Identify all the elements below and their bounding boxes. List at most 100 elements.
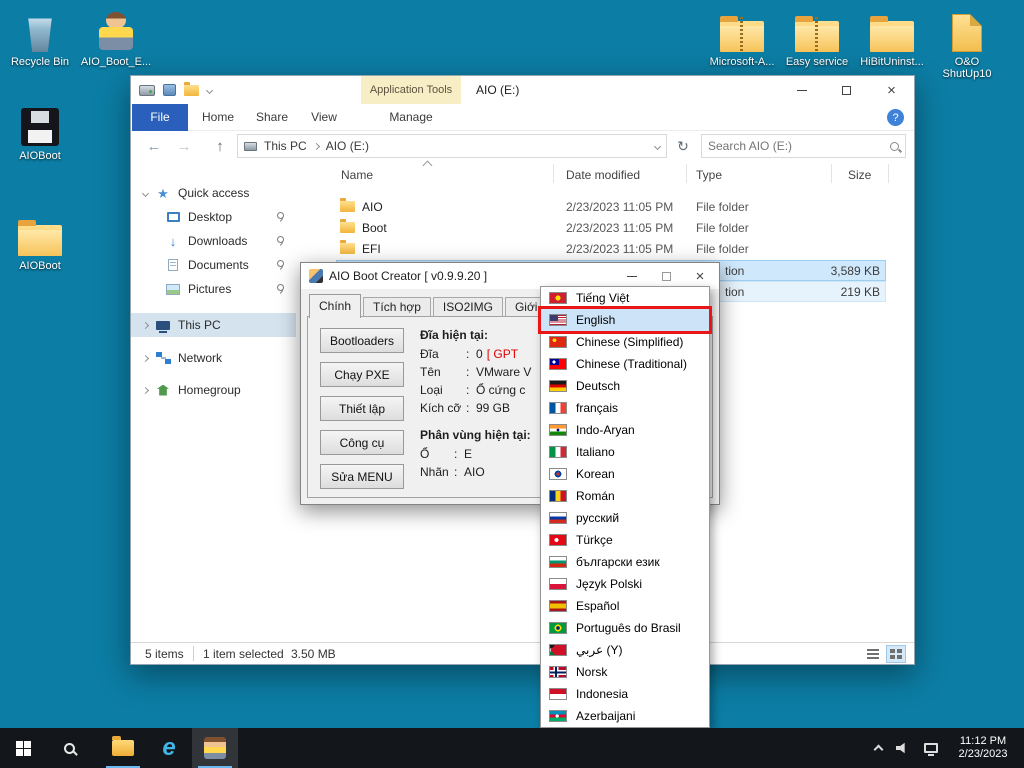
tab-share[interactable]: Share: [245, 104, 299, 131]
language-menu-item[interactable]: Tiếng Việt: [541, 287, 709, 309]
desktop-icon-oo-shutup[interactable]: O&O ShutUp10: [929, 8, 1005, 80]
close-button[interactable]: ×: [869, 76, 914, 104]
large-icons-view-icon[interactable]: [886, 645, 906, 663]
language-menu-item[interactable]: русский: [541, 507, 709, 529]
column-header-date[interactable]: Date modified: [566, 168, 640, 182]
sidebar-item-pictures[interactable]: Pictures: [131, 277, 296, 301]
breadcrumb-this-pc[interactable]: This PC: [262, 139, 309, 153]
sort-ascending-icon[interactable]: [423, 161, 433, 171]
file-name[interactable]: AIO: [362, 200, 383, 214]
back-icon[interactable]: ←: [141, 131, 167, 161]
column-header-size[interactable]: Size: [848, 168, 871, 182]
column-header-name[interactable]: Name: [341, 168, 373, 182]
chevron-down-icon[interactable]: [142, 189, 149, 196]
language-menu-item[interactable]: Norsk: [541, 661, 709, 683]
sidebar-item-this-pc[interactable]: This PC: [131, 313, 296, 337]
desktop-icon-recycle-bin[interactable]: Recycle Bin: [2, 8, 78, 68]
tab-home[interactable]: Home: [191, 104, 245, 131]
address-bar[interactable]: This PC AIO (E:): [237, 134, 667, 158]
language-menu-item[interactable]: français: [541, 397, 709, 419]
language-menu-item[interactable]: Indonesia: [541, 683, 709, 705]
network-icon[interactable]: [924, 743, 938, 753]
help-icon[interactable]: ?: [887, 109, 904, 126]
desktop-icon-aioboot-folder[interactable]: AIOBoot: [2, 212, 78, 272]
new-folder-icon[interactable]: [184, 85, 199, 96]
language-menu-item[interactable]: Português do Brasil: [541, 617, 709, 639]
properties-icon[interactable]: [163, 84, 176, 96]
taskbar-internet-explorer[interactable]: e: [146, 728, 192, 768]
sidebar-item-documents[interactable]: Documents: [131, 253, 296, 277]
tray-expand-icon[interactable]: [874, 745, 884, 755]
tab-iso2img[interactable]: ISO2IMG: [433, 297, 503, 318]
tab-chinh[interactable]: Chính: [309, 294, 361, 318]
language-item-label: Tiếng Việt: [576, 291, 629, 305]
taskbar-aio-boot[interactable]: [192, 728, 238, 768]
file-name[interactable]: EFI: [362, 242, 381, 256]
taskbar-search-button[interactable]: [46, 728, 92, 768]
language-menu-item[interactable]: Chinese (Simplified): [541, 331, 709, 353]
search-box[interactable]: [701, 134, 906, 158]
chevron-right-icon[interactable]: [142, 354, 149, 361]
forward-icon[interactable]: →: [171, 131, 197, 161]
search-input[interactable]: [708, 139, 890, 153]
run-pxe-button[interactable]: Chạy PXE: [320, 362, 404, 387]
up-icon[interactable]: ↑: [207, 131, 233, 161]
desktop-icon-microsoft-a[interactable]: Microsoft-A...: [704, 8, 780, 68]
desktop-icon-hibit[interactable]: HiBitUninst...: [854, 8, 930, 68]
details-view-icon[interactable]: [863, 645, 883, 663]
minimize-button[interactable]: [779, 76, 824, 104]
downloads-icon: ↓: [165, 234, 181, 248]
volume-icon[interactable]: [896, 742, 910, 754]
table-row[interactable]: AIO 2/23/2023 11:05 PM File folder: [296, 197, 914, 218]
language-menu-item[interactable]: Türkçe: [541, 529, 709, 551]
language-menu-item[interactable]: Język Polski: [541, 573, 709, 595]
qat-customize-icon[interactable]: [206, 86, 213, 93]
bootloaders-button[interactable]: Bootloaders: [320, 328, 404, 353]
sidebar-item-network[interactable]: Network: [131, 346, 296, 370]
language-menu-item[interactable]: Román: [541, 485, 709, 507]
chevron-right-icon[interactable]: [142, 386, 149, 393]
desktop-icon-aio-boot[interactable]: AIO_Boot_E...: [78, 8, 154, 68]
search-icon[interactable]: [890, 142, 899, 151]
tools-button[interactable]: Công cụ: [320, 430, 404, 455]
tab-manage[interactable]: Manage: [379, 104, 443, 131]
tab-tich-hop[interactable]: Tích hợp: [363, 297, 431, 318]
table-row[interactable]: EFI 2/23/2023 11:05 PM File folder: [296, 239, 914, 260]
explorer-titlebar[interactable]: Application Tools AIO (E:) ×: [131, 76, 914, 104]
taskbar-clock[interactable]: 11:12 PM 2/23/2023: [952, 735, 1014, 761]
settings-button[interactable]: Thiết lập: [320, 396, 404, 421]
language-menu-item[interactable]: Korean: [541, 463, 709, 485]
column-header-type[interactable]: Type: [696, 168, 722, 182]
language-menu-item[interactable]: български език: [541, 551, 709, 573]
sidebar-item-quick-access[interactable]: ★ Quick access: [131, 181, 296, 205]
flag-icon: [549, 380, 567, 392]
tab-view[interactable]: View: [299, 104, 349, 131]
address-dropdown-icon[interactable]: [654, 142, 661, 149]
breadcrumb-aio-e[interactable]: AIO (E:): [324, 139, 371, 153]
language-menu-item[interactable]: Italiano: [541, 441, 709, 463]
edit-menu-button[interactable]: Sửa MENU: [320, 464, 404, 489]
desktop-icon-easy-service[interactable]: Easy service: [779, 8, 855, 68]
file-name[interactable]: Boot: [362, 221, 387, 235]
maximize-button[interactable]: [824, 76, 869, 104]
sidebar-item-desktop[interactable]: Desktop: [131, 205, 296, 229]
language-menu-item[interactable]: Deutsch: [541, 375, 709, 397]
tab-file[interactable]: File: [132, 104, 188, 131]
desktop-icon-aioboot-disk[interactable]: AIOBoot: [2, 102, 78, 162]
sidebar-item-downloads[interactable]: ↓ Downloads: [131, 229, 296, 253]
chevron-right-icon[interactable]: [142, 321, 149, 328]
language-menu-item[interactable]: English: [541, 309, 709, 331]
pictures-icon: [165, 282, 181, 296]
language-menu-item[interactable]: Español: [541, 595, 709, 617]
start-button[interactable]: [0, 728, 46, 768]
language-menu-item[interactable]: Indo-Aryan: [541, 419, 709, 441]
sidebar-item-label: Network: [178, 351, 222, 365]
breadcrumb-separator-icon[interactable]: [313, 142, 320, 149]
language-menu-item[interactable]: Chinese (Traditional): [541, 353, 709, 375]
sidebar-item-homegroup[interactable]: Homegroup: [131, 378, 296, 402]
refresh-icon[interactable]: ↻: [671, 134, 695, 158]
language-menu-item[interactable]: عربي (Y): [541, 639, 709, 661]
language-menu-item[interactable]: Azerbaijani: [541, 705, 709, 727]
table-row[interactable]: Boot 2/23/2023 11:05 PM File folder: [296, 218, 914, 239]
taskbar-file-explorer[interactable]: [100, 728, 146, 768]
